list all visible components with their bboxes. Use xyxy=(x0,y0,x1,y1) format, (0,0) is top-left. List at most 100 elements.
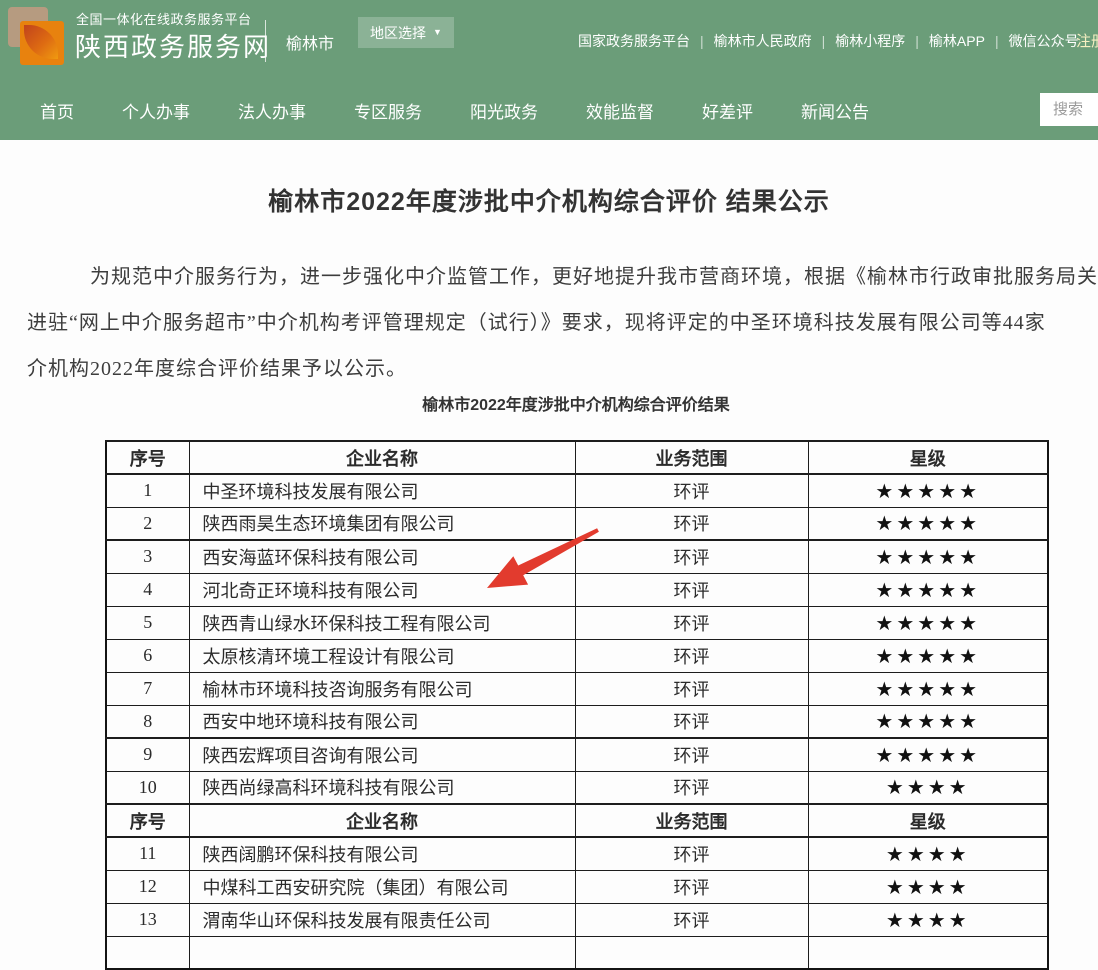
search-input[interactable] xyxy=(1040,93,1098,126)
cell-stars: ★★★★★ xyxy=(808,705,1048,738)
cell-stars: ★★★★ xyxy=(808,903,1048,936)
cell-scope: 环评 xyxy=(575,837,808,870)
announcement-content: 榆林市2022年度涉批中介机构综合评价 结果公示 为规范中介服务行为，进一步强化… xyxy=(0,182,1098,970)
table-row: 6太原核清环境工程设计有限公司环评★★★★★ xyxy=(106,639,1048,672)
column-header: 企业名称 xyxy=(189,804,575,837)
site-header: 全国一体化在线政务服务平台 陕西政务服务网 榆林市 地区选择 ▼ 国家政务服务平… xyxy=(0,0,1098,80)
nav-item[interactable]: 首页 xyxy=(40,98,74,123)
nav-item[interactable]: 个人办事 xyxy=(122,98,190,123)
table-row: 5陕西青山绿水环保科技工程有限公司环评★★★★★ xyxy=(106,606,1048,639)
cell-name: 陕西青山绿水环保科技工程有限公司 xyxy=(189,606,575,639)
link-separator: | xyxy=(995,33,999,49)
site-logo-icon[interactable] xyxy=(8,7,64,63)
top-link[interactable]: 榆林APP xyxy=(929,33,985,49)
table-row: 9陕西宏辉项目咨询有限公司环评★★★★★ xyxy=(106,738,1048,771)
nav-item[interactable]: 新闻公告 xyxy=(801,98,869,123)
register-link[interactable]: 注册 xyxy=(1076,30,1098,51)
cell-name xyxy=(189,936,575,969)
cell-scope: 环评 xyxy=(575,903,808,936)
cell-stars: ★★★★ xyxy=(808,771,1048,804)
table-row: 11陕西阔鹏环保科技有限公司环评★★★★ xyxy=(106,837,1048,870)
table-row: 13渭南华山环保科技发展有限责任公司环评★★★★ xyxy=(106,903,1048,936)
top-link[interactable]: 微信公众号 xyxy=(1009,33,1079,49)
cell-name: 太原核清环境工程设计有限公司 xyxy=(189,639,575,672)
cell-name: 陕西宏辉项目咨询有限公司 xyxy=(189,738,575,771)
cell-no: 4 xyxy=(106,573,189,606)
cell-stars: ★★★★★ xyxy=(808,672,1048,705)
cell-name: 河北奇正环境科技有限公司 xyxy=(189,573,575,606)
nav-item[interactable]: 效能监督 xyxy=(586,98,654,123)
cell-name: 中煤科工西安研究院（集团）有限公司 xyxy=(189,870,575,903)
table-row: 8西安中地环境科技有限公司环评★★★★★ xyxy=(106,705,1048,738)
link-separator: | xyxy=(915,33,919,49)
table-header-row: 序号企业名称业务范围星级 xyxy=(106,804,1048,837)
cell-stars: ★★★★ xyxy=(808,837,1048,870)
cell-stars: ★★★★★ xyxy=(808,474,1048,507)
table-header-row: 序号企业名称业务范围星级 xyxy=(106,441,1048,474)
platform-name: 全国一体化在线政务服务平台 xyxy=(76,9,252,28)
cell-name: 陕西阔鹏环保科技有限公司 xyxy=(189,837,575,870)
column-header: 序号 xyxy=(106,441,189,474)
cell-scope: 环评 xyxy=(575,870,808,903)
cell-scope: 环评 xyxy=(575,606,808,639)
cell-stars: ★★★★★ xyxy=(808,507,1048,540)
cell-no: 13 xyxy=(106,903,189,936)
cell-name: 陕西尚绿高科环境科技有限公司 xyxy=(189,771,575,804)
top-link[interactable]: 榆林小程序 xyxy=(835,33,905,49)
cell-scope: 环评 xyxy=(575,705,808,738)
cell-no: 2 xyxy=(106,507,189,540)
top-link[interactable]: 国家政务服务平台 xyxy=(578,33,690,49)
cell-name: 中圣环境科技发展有限公司 xyxy=(189,474,575,507)
column-header: 企业名称 xyxy=(189,441,575,474)
cell-scope: 环评 xyxy=(575,738,808,771)
cell-no: 12 xyxy=(106,870,189,903)
cell-stars: ★★★★★ xyxy=(808,738,1048,771)
nav-item[interactable]: 阳光政务 xyxy=(470,98,538,123)
cell-no: 6 xyxy=(106,639,189,672)
link-separator: | xyxy=(822,33,826,49)
main-nav: 首页 个人办事 法人办事 专区服务 阳光政务 效能监督 好差评 新闻公告 xyxy=(0,80,1098,140)
cell-name: 西安海蓝环保科技有限公司 xyxy=(189,540,575,573)
cell-scope: 环评 xyxy=(575,573,808,606)
nav-item[interactable]: 好差评 xyxy=(702,98,753,123)
cell-name: 西安中地环境科技有限公司 xyxy=(189,705,575,738)
table-row: 12中煤科工西安研究院（集团）有限公司环评★★★★ xyxy=(106,870,1048,903)
column-header: 星级 xyxy=(808,441,1048,474)
cell-scope: 环评 xyxy=(575,507,808,540)
paragraph-line: 介机构2022年度综合评价结果予以公示。 xyxy=(27,346,1098,392)
region-select-button[interactable]: 地区选择 ▼ xyxy=(358,17,454,48)
column-header: 星级 xyxy=(808,804,1048,837)
cell-scope: 环评 xyxy=(575,771,808,804)
eval-table: 序号企业名称业务范围星级1中圣环境科技发展有限公司环评★★★★★2陕西雨昊生态环… xyxy=(105,440,1049,970)
chevron-down-icon: ▼ xyxy=(433,28,442,37)
top-link[interactable]: 榆林市人民政府 xyxy=(714,33,812,49)
top-links: 国家政务服务平台 | 榆林市人民政府 | 榆林小程序 | 榆林APP | 微信公众号 xyxy=(578,31,1079,51)
eval-table-body: 序号企业名称业务范围星级1中圣环境科技发展有限公司环评★★★★★2陕西雨昊生态环… xyxy=(106,441,1048,969)
cell-scope: 环评 xyxy=(575,540,808,573)
site-name: 陕西政务服务网 xyxy=(75,27,271,64)
table-row: 2陕西雨昊生态环境集团有限公司环评★★★★★ xyxy=(106,507,1048,540)
table-row: 4河北奇正环境科技有限公司环评★★★★★ xyxy=(106,573,1048,606)
column-header: 序号 xyxy=(106,804,189,837)
nav-item[interactable]: 专区服务 xyxy=(354,98,422,123)
cell-stars xyxy=(808,936,1048,969)
table-row: 7榆林市环境科技咨询服务有限公司环评★★★★★ xyxy=(106,672,1048,705)
cell-scope: 环评 xyxy=(575,639,808,672)
cell-scope: 环评 xyxy=(575,672,808,705)
paragraph-line: 进驻“网上中介服务超市”中介机构考评管理规定（试行）》要求，现将评定的中圣环境科… xyxy=(27,300,1098,346)
cell-stars: ★★★★★ xyxy=(808,606,1048,639)
cell-stars: ★★★★★ xyxy=(808,540,1048,573)
column-header: 业务范围 xyxy=(575,441,808,474)
cell-no: 8 xyxy=(106,705,189,738)
table-row: 3西安海蓝环保科技有限公司环评★★★★★ xyxy=(106,540,1048,573)
nav-item[interactable]: 法人办事 xyxy=(238,98,306,123)
cell-scope xyxy=(575,936,808,969)
link-separator: | xyxy=(700,33,704,49)
cell-stars: ★★★★★ xyxy=(808,639,1048,672)
cell-no: 9 xyxy=(106,738,189,771)
table-caption: 榆林市2022年度涉批中介机构综合评价结果 xyxy=(105,395,1047,417)
cell-name: 渭南华山环保科技发展有限责任公司 xyxy=(189,903,575,936)
cell-no: 3 xyxy=(106,540,189,573)
cell-name: 榆林市环境科技咨询服务有限公司 xyxy=(189,672,575,705)
table-row xyxy=(106,936,1048,969)
